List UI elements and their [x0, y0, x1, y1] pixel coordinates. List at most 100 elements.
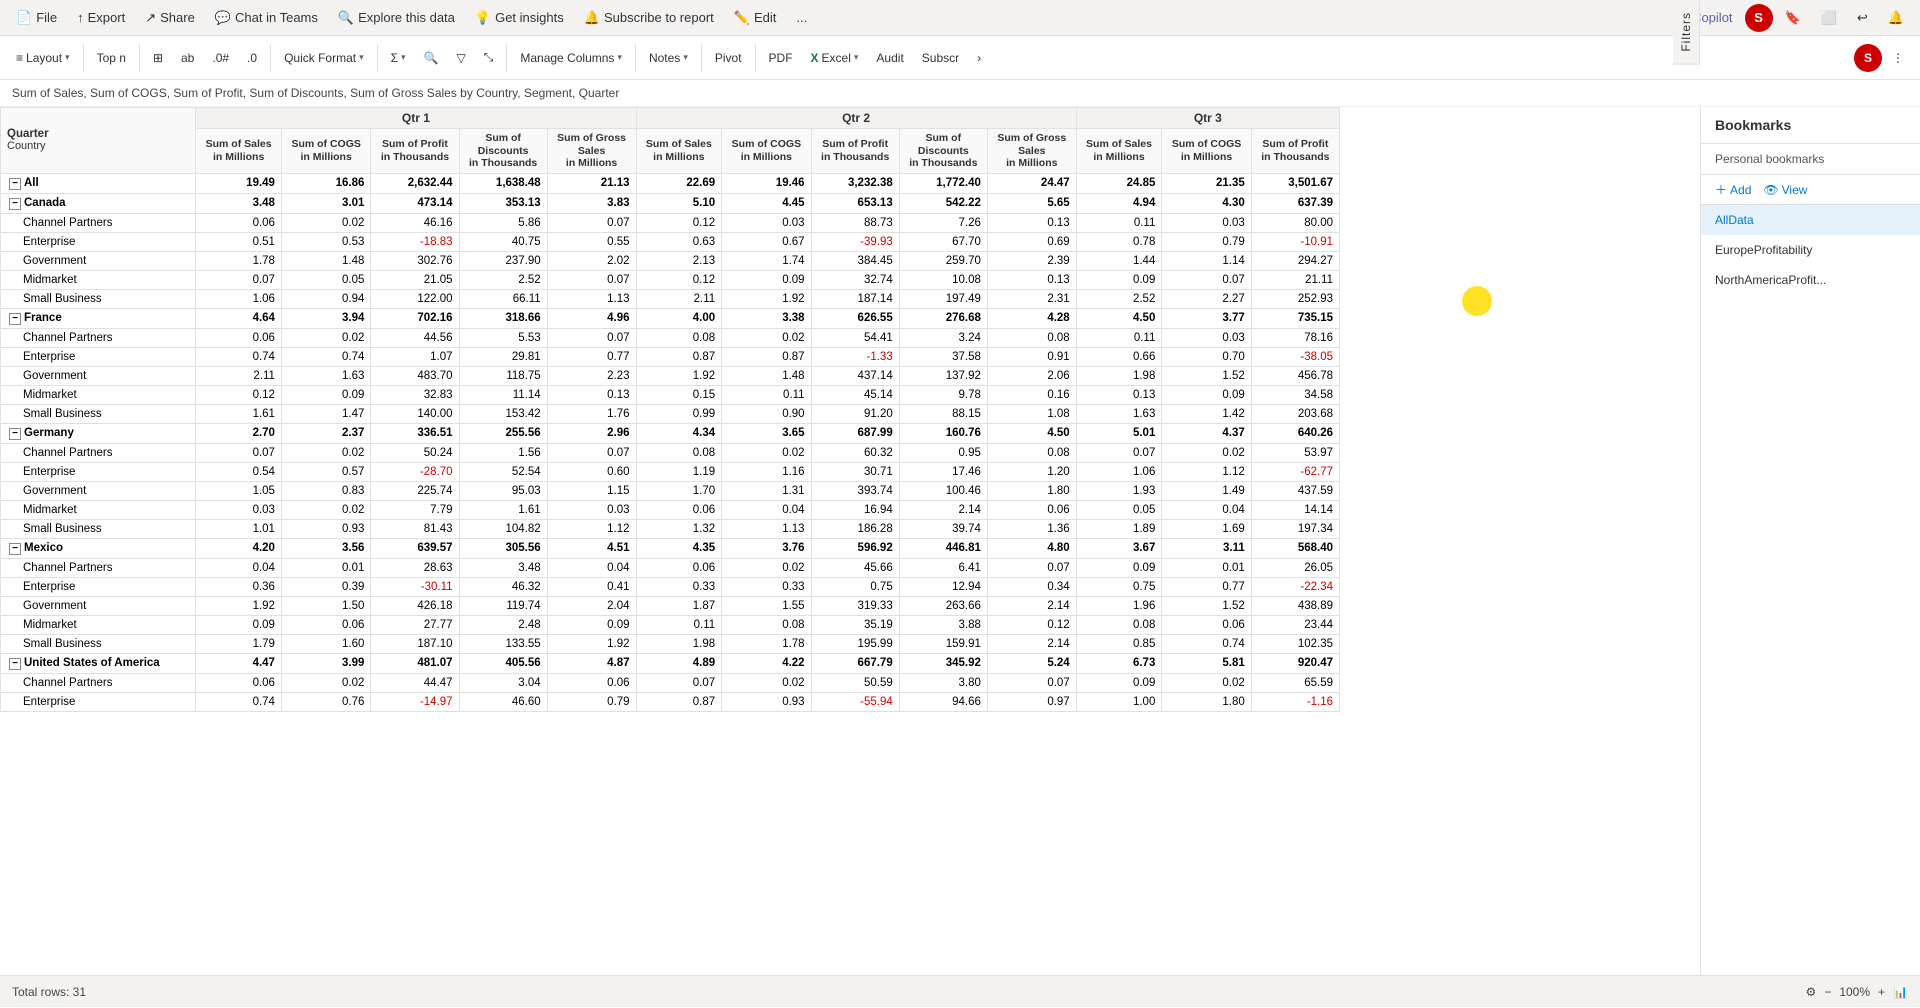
segment-label: Channel Partners	[1, 558, 196, 577]
cell-value: 276.68	[899, 308, 987, 328]
table-area[interactable]: QuarterCountry Qtr 1 Qtr 2 Qtr 3 Sum of …	[0, 107, 1700, 975]
insights-menu[interactable]: 💡 Get insights	[467, 6, 572, 30]
subscribe-menu[interactable]: 🔔 Subscribe to report	[576, 6, 722, 30]
sum-button[interactable]: Σ ▾	[383, 47, 414, 69]
cell-value: 6.41	[899, 558, 987, 577]
audit-button[interactable]: Audit	[868, 47, 911, 69]
layout-button[interactable]: ≡ Layout ▾	[8, 47, 78, 69]
filter-button[interactable]: ▽	[449, 47, 474, 69]
settings-btn[interactable]: ⋮	[1884, 47, 1912, 69]
more-toolbar[interactable]: ›	[969, 47, 989, 69]
expand-collapse-icon[interactable]: −	[9, 658, 21, 670]
cell-value: 23.44	[1251, 615, 1339, 634]
quickformat-button[interactable]: Quick Format ▾	[276, 47, 372, 69]
cell-value: 481.07	[371, 653, 459, 673]
cell-value: 37.58	[899, 347, 987, 366]
user-profile[interactable]: S	[1854, 44, 1882, 72]
country-label: −Germany	[1, 423, 196, 443]
cell-value: 0.06	[547, 673, 636, 692]
cell-value: 0.04	[547, 558, 636, 577]
chart-icon[interactable]: 📊	[1893, 985, 1908, 999]
expand-collapse-icon[interactable]: −	[9, 428, 21, 440]
cell-value: 1.05	[196, 481, 282, 500]
cell-value: 2.13	[636, 251, 722, 270]
share-menu[interactable]: ↗ Share	[137, 6, 203, 30]
export-menu[interactable]: ↑ Export	[69, 6, 133, 29]
segment-label: Small Business	[1, 519, 196, 538]
file-menu[interactable]: 📄 File	[8, 6, 65, 30]
cell-value: 6.73	[1076, 653, 1162, 673]
user-avatar[interactable]: S	[1745, 4, 1773, 32]
cell-value: 0.85	[1076, 634, 1162, 653]
cell-value: 1.92	[722, 289, 811, 308]
cell-value: 32.74	[811, 270, 899, 289]
expand-collapse-icon[interactable]: −	[9, 178, 21, 190]
view-button[interactable]: ab	[173, 47, 202, 69]
cell-value: 0.97	[987, 692, 1076, 711]
cell-value: 0.06	[196, 328, 282, 347]
subscr-button[interactable]: Subscr	[914, 47, 967, 69]
cell-value: 263.66	[899, 596, 987, 615]
bookmark-northamerica[interactable]: NorthAmericaProfit...	[1701, 265, 1920, 295]
cell-value: 0.99	[636, 404, 722, 423]
zoom-out-button[interactable]: −	[1824, 985, 1831, 999]
bookmarks-panel: Bookmarks Personal bookmarks ＋ Add 👁 Vie…	[1700, 107, 1920, 975]
table-row: Enterprise0.740.741.0729.810.770.870.87-…	[1, 347, 1340, 366]
cell-value: 0.09	[1162, 385, 1251, 404]
bookmark-btn[interactable]: 🔖	[1777, 6, 1809, 30]
format2-button[interactable]: .0	[239, 47, 265, 69]
cell-value: 14.14	[1251, 500, 1339, 519]
teams-menu[interactable]: 💬 Chat in Teams	[207, 6, 326, 30]
notes-button[interactable]: Notes ▾	[641, 47, 696, 69]
cell-value: 1.13	[722, 519, 811, 538]
pdf-button[interactable]: PDF	[761, 47, 801, 69]
cell-value: 0.63	[636, 232, 722, 251]
cell-value: 1.50	[281, 596, 370, 615]
country-label: −France	[1, 308, 196, 328]
cell-value: 2.48	[459, 615, 547, 634]
cell-value: 119.74	[459, 596, 547, 615]
cell-value: 1.48	[722, 366, 811, 385]
pivot-button[interactable]: Pivot	[707, 47, 750, 69]
expand-collapse-icon[interactable]: −	[9, 543, 21, 555]
cell-value: 67.70	[899, 232, 987, 251]
excel-button[interactable]: X Excel ▾	[803, 47, 867, 69]
search-button[interactable]: 🔍	[416, 47, 447, 69]
cell-value: 393.74	[811, 481, 899, 500]
country-label: −United States of America	[1, 653, 196, 673]
cell-value: -62.77	[1251, 462, 1339, 481]
settings-icon[interactable]: ⚙	[1806, 985, 1817, 999]
notification-btn[interactable]: 🔔	[1880, 6, 1912, 30]
cell-value: 3.88	[899, 615, 987, 634]
segment-label: Enterprise	[1, 577, 196, 596]
layout-toggle[interactable]: ⬜	[1813, 6, 1845, 30]
expand-collapse-icon[interactable]: −	[9, 198, 21, 210]
more-menu[interactable]: ...	[788, 6, 815, 29]
cell-value: 0.33	[722, 577, 811, 596]
explore-menu[interactable]: 🔍 Explore this data	[330, 6, 463, 30]
bookmark-alldata[interactable]: AllData	[1701, 205, 1920, 235]
expand-collapse-icon[interactable]: −	[9, 313, 21, 325]
more-options[interactable]: ↩	[1849, 6, 1876, 30]
insights-icon: 💡	[475, 10, 491, 26]
zoom-in-button[interactable]: +	[1878, 985, 1885, 999]
cell-value: 0.74	[196, 692, 282, 711]
manage-columns-button[interactable]: Manage Columns ▾	[512, 47, 630, 69]
cell-value: 0.02	[1162, 443, 1251, 462]
add-bookmark-button[interactable]: ＋ Add	[1715, 181, 1751, 198]
cell-value: 3,501.67	[1251, 173, 1339, 193]
cell-value: 2,632.44	[371, 173, 459, 193]
edit-menu[interactable]: ✏️ Edit	[726, 6, 785, 30]
share-icon: ↗	[145, 10, 156, 26]
bookmark-europe[interactable]: EuropeProfitability	[1701, 235, 1920, 265]
cell-value: 0.03	[547, 500, 636, 519]
view-bookmark-button[interactable]: 👁 View	[1763, 183, 1807, 197]
cell-value: 225.74	[371, 481, 459, 500]
cell-value: 1.12	[1162, 462, 1251, 481]
cell-value: 1.49	[1162, 481, 1251, 500]
grid-button[interactable]: ⊞	[145, 47, 171, 69]
cell-value: 687.99	[811, 423, 899, 443]
topn-button[interactable]: Top n	[89, 47, 134, 69]
expand-button[interactable]: ⤡	[476, 46, 502, 69]
format1-button[interactable]: .0#	[204, 47, 237, 69]
